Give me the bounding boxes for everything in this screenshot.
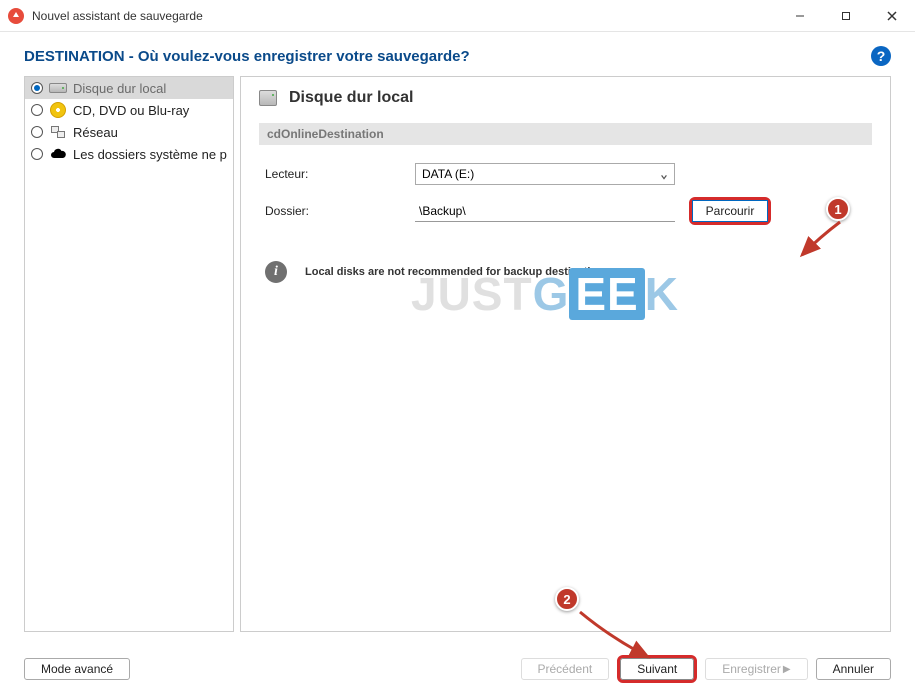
window-title: Nouvel assistant de sauvegarde: [32, 9, 777, 23]
annotation-badge-1: 1: [826, 197, 850, 221]
network-icon: [49, 123, 67, 141]
close-button[interactable]: [869, 0, 915, 31]
section-label: cdOnlineDestination: [259, 123, 872, 145]
sidebar-item-network[interactable]: Réseau: [25, 121, 233, 143]
browse-button[interactable]: Parcourir: [692, 200, 768, 222]
drive-value: DATA (E:): [422, 167, 474, 181]
drive-select[interactable]: DATA (E:): [415, 163, 675, 185]
destination-sidebar: Disque dur local CD, DVD ou Blu-ray Rése…: [24, 76, 234, 632]
cloud-icon: [49, 145, 67, 163]
sidebar-item-cloud[interactable]: Les dossiers système ne p: [25, 143, 233, 165]
page-heading: DESTINATION - Où voulez-vous enregistrer…: [24, 48, 470, 65]
content-header: Disque dur local: [259, 87, 872, 117]
info-text: Local disks are not recommended for back…: [305, 266, 604, 278]
window-controls: [777, 0, 915, 31]
minimize-button[interactable]: [777, 0, 823, 31]
header-row: DESTINATION - Où voulez-vous enregistrer…: [0, 32, 915, 76]
help-icon[interactable]: ?: [871, 46, 891, 66]
title-bar: Nouvel assistant de sauvegarde: [0, 0, 915, 32]
app-icon: [8, 8, 24, 24]
content-title: Disque dur local: [289, 89, 413, 107]
annotation-badge-2: 2: [555, 587, 579, 611]
sidebar-item-label: Les dossiers système ne p: [73, 147, 227, 162]
info-row: i Local disks are not recommended for ba…: [259, 231, 872, 283]
previous-button[interactable]: Précédent: [521, 658, 610, 680]
drive-row: Lecteur: DATA (E:): [259, 157, 872, 191]
folder-label: Dossier:: [265, 204, 415, 218]
hard-disk-icon: [259, 89, 277, 107]
disc-icon: [49, 101, 67, 119]
footer: Mode avancé Précédent Suivant Enregistre…: [0, 649, 915, 689]
chevron-right-icon: ▶: [783, 664, 791, 675]
radio-icon: [31, 104, 43, 116]
content-pane: JUSTGEEK Disque dur local cdOnlineDestin…: [240, 76, 891, 632]
folder-row: Dossier: Parcourir: [259, 191, 872, 231]
annotation-highlight-1: Parcourir: [689, 197, 771, 225]
drive-label: Lecteur:: [265, 167, 415, 181]
radio-icon: [31, 126, 43, 138]
maximize-button[interactable]: [823, 0, 869, 31]
sidebar-item-label: Disque dur local: [73, 81, 166, 96]
sidebar-item-local-disk[interactable]: Disque dur local: [25, 77, 233, 99]
next-button[interactable]: Suivant: [620, 658, 694, 680]
advanced-mode-button[interactable]: Mode avancé: [24, 658, 130, 680]
radio-icon: [31, 82, 43, 94]
annotation-highlight-2: Suivant: [617, 655, 697, 683]
radio-icon: [31, 148, 43, 160]
save-button[interactable]: Enregistrer▶: [705, 658, 807, 680]
hard-disk-icon: [49, 79, 67, 97]
chevron-down-icon: [660, 170, 668, 178]
cancel-button[interactable]: Annuler: [816, 658, 891, 680]
sidebar-item-label: Réseau: [73, 125, 118, 140]
info-icon: i: [265, 261, 287, 283]
sidebar-item-label: CD, DVD ou Blu-ray: [73, 103, 189, 118]
sidebar-item-optical[interactable]: CD, DVD ou Blu-ray: [25, 99, 233, 121]
folder-input[interactable]: [415, 200, 675, 222]
